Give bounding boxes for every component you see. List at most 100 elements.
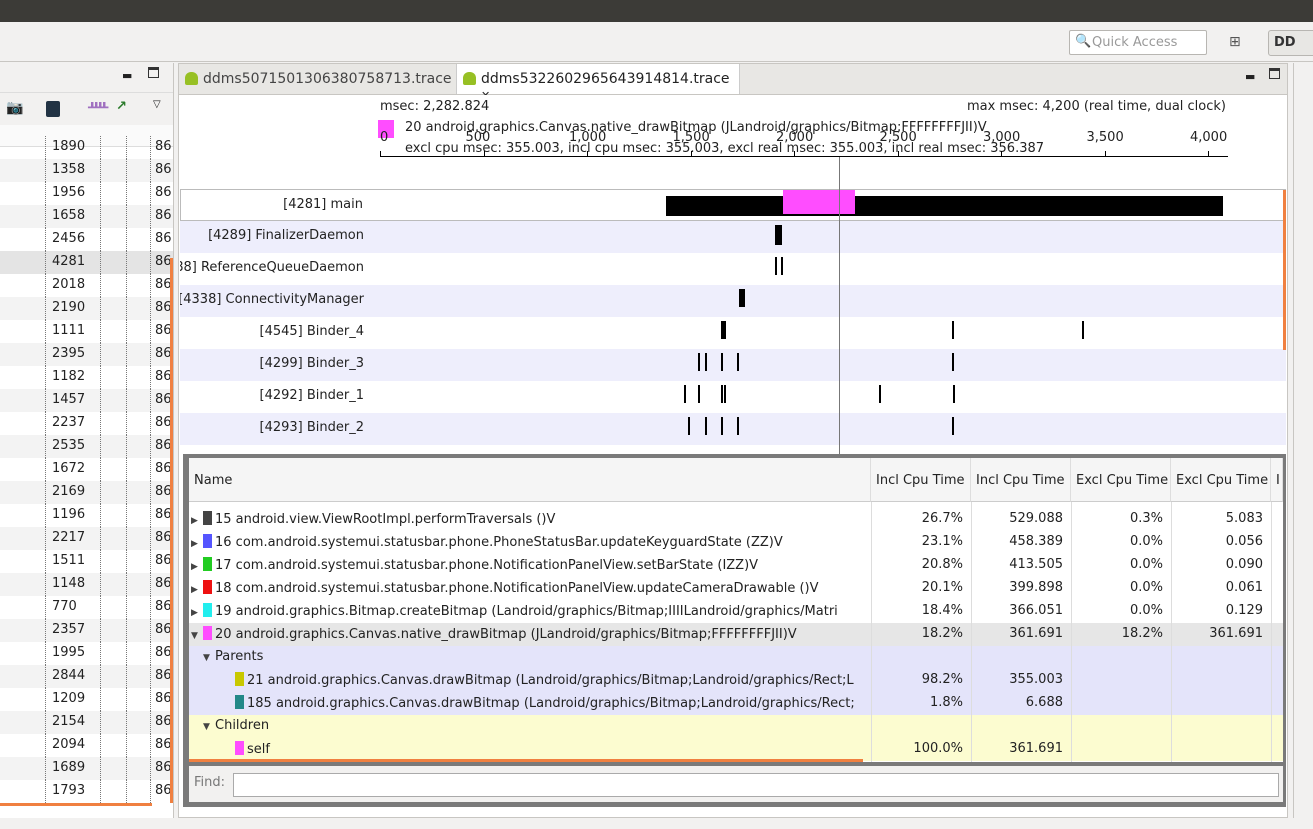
col-incl-cpu-time[interactable]: Incl Cpu Time (971, 458, 1071, 502)
activity-mark[interactable] (704, 353, 707, 371)
thread-list-row[interactable]: 1196 86 (0, 504, 173, 527)
thread-list-row[interactable]: 1995 86 (0, 642, 173, 665)
activity-mark[interactable] (684, 385, 687, 403)
activity-mark[interactable] (697, 385, 700, 403)
thread-row[interactable]: [4293] Binder_2 (180, 413, 1286, 445)
thread-list-row[interactable]: 1148 86 (0, 573, 173, 596)
find-input[interactable] (233, 773, 1279, 797)
activity-mark[interactable] (720, 385, 723, 403)
col-excl-cpu-pct[interactable]: Excl Cpu Time (1071, 458, 1171, 502)
thread-list-row[interactable]: 2094 86 (0, 734, 173, 757)
col-incl-cpu-pct[interactable]: Incl Cpu Time (871, 458, 971, 502)
activity-mark[interactable] (687, 417, 690, 435)
thread-list-row[interactable]: 2535 86 (0, 435, 173, 458)
thread-row[interactable]: [4281] main (180, 189, 1286, 221)
maximize-icon[interactable] (1269, 68, 1280, 79)
timeline-view[interactable]: msec: 2,282.824 max msec: 4,200 (real ti… (180, 95, 1286, 455)
table-row[interactable]: ▼ Children (189, 715, 1283, 738)
screenshot-icon[interactable]: 📷 (6, 100, 23, 116)
quick-access-input[interactable]: 🔍 Quick Access (1069, 30, 1207, 55)
thread-list-row[interactable]: 2190 86 (0, 297, 173, 320)
thread-list-row[interactable]: 2395 86 (0, 343, 173, 366)
thread-row[interactable]: [4292] Binder_1 (180, 381, 1286, 413)
thread-list-row[interactable]: 2357 86 (0, 619, 173, 642)
scrollbar[interactable] (170, 258, 173, 803)
thread-list-row[interactable]: 2169 86 (0, 481, 173, 504)
thread-list-row[interactable]: 2844 86 (0, 665, 173, 688)
open-perspective-icon[interactable]: ⊞ (1229, 34, 1241, 50)
thread-list-row[interactable]: 1689 86 (0, 757, 173, 780)
activity-mark[interactable] (951, 321, 954, 339)
collapse-icon[interactable]: ▼ (203, 653, 215, 663)
ddms-perspective-button[interactable]: DD (1268, 30, 1313, 56)
collapse-icon[interactable]: ▼ (203, 722, 215, 732)
activity-mark[interactable] (951, 353, 954, 371)
activity-mark[interactable] (780, 257, 783, 275)
activity-mark[interactable] (697, 353, 700, 371)
thread-row[interactable]: [4545] Binder_4 (180, 317, 1286, 349)
table-row[interactable]: ▶ 15 android.view.ViewRootImpl.performTra… (189, 508, 1283, 531)
minimize-icon[interactable]: ▬ (122, 69, 132, 82)
scrollbar[interactable] (1283, 190, 1286, 350)
tab-trace-1[interactable]: ddms5071501306380758713.trace (179, 64, 457, 94)
h-scrollbar[interactable] (189, 759, 863, 762)
table-row[interactable]: ▶ 18 com.android.systemui.statusbar.phone… (189, 577, 1283, 600)
table-row[interactable]: ▶ 19 android.graphics.Bitmap.createBitmap… (189, 600, 1283, 623)
table-row[interactable]: ▼ 20 android.graphics.Canvas.native_drawB… (189, 623, 1283, 646)
expand-icon[interactable]: ▶ (191, 539, 203, 549)
table-row[interactable]: ▼ Parents (189, 646, 1283, 669)
activity-mark[interactable] (720, 417, 723, 435)
activity-mark[interactable] (879, 385, 882, 403)
view-menu-icon[interactable]: ▽ (153, 99, 161, 110)
activity-mark[interactable] (737, 417, 740, 435)
trace-icon[interactable]: ↗ (116, 99, 127, 114)
activity-mark[interactable] (738, 289, 745, 307)
expand-icon[interactable]: ▶ (191, 608, 203, 618)
threads-icon[interactable]: ᚉ (88, 100, 108, 115)
thread-list-row[interactable]: 2018 86 (0, 274, 173, 297)
thread-list-row[interactable]: 2237 86 (0, 412, 173, 435)
thread-list-row[interactable]: 770 86 (0, 596, 173, 619)
table-row[interactable]: 21 android.graphics.Canvas.drawBitmap (L… (189, 669, 1283, 692)
activity-mark[interactable] (774, 257, 777, 275)
device-icon[interactable] (46, 101, 60, 117)
thread-row[interactable]: [4338] ConnectivityManager (180, 285, 1286, 317)
expand-icon[interactable]: ▶ (191, 585, 203, 595)
thread-list-row[interactable]: 4281 86 (0, 251, 173, 274)
col-name[interactable]: Name (189, 458, 871, 502)
thread-list-row[interactable]: 1672 86 (0, 458, 173, 481)
selected-method-highlight[interactable] (782, 190, 856, 214)
activity-mark[interactable] (704, 417, 707, 435)
thread-list-row[interactable]: 2456 86 (0, 228, 173, 251)
activity-mark[interactable] (723, 385, 726, 403)
activity-mark[interactable] (720, 353, 723, 371)
activity-mark[interactable] (737, 353, 740, 371)
table-row[interactable]: ▶ 16 com.android.systemui.statusbar.phone… (189, 531, 1283, 554)
thread-list-row[interactable]: 1511 86 (0, 550, 173, 573)
col-truncated[interactable]: I (1271, 458, 1283, 502)
thread-list-row[interactable]: 1890 86 (0, 136, 173, 159)
collapse-icon[interactable]: ▼ (191, 631, 203, 641)
thread-list-row[interactable]: 1182 86 (0, 366, 173, 389)
maximize-icon[interactable] (148, 67, 159, 78)
time-cursor[interactable] (839, 157, 840, 455)
thread-list-row[interactable]: 1111 86 (0, 320, 173, 343)
thread-list-row[interactable]: 1457 86 (0, 389, 173, 412)
h-scrollbar[interactable] (0, 803, 152, 806)
thread-list-row[interactable]: 2217 86 (0, 527, 173, 550)
col-excl-cpu-time[interactable]: Excl Cpu Time (1171, 458, 1271, 502)
thread-list-row[interactable]: 1793 86 (0, 780, 173, 803)
thread-row[interactable]: [4299] Binder_3 (180, 349, 1286, 381)
activity-mark[interactable] (666, 196, 1224, 216)
activity-mark[interactable] (774, 225, 782, 245)
tab-trace-2[interactable]: ddms5322602965643914814.trace ✕ (457, 64, 740, 102)
activity-mark[interactable] (720, 321, 726, 339)
thread-list-row[interactable]: 1658 86 (0, 205, 173, 228)
expand-icon[interactable]: ▶ (191, 562, 203, 572)
thread-list-row[interactable]: 2154 86 (0, 711, 173, 734)
activity-mark[interactable] (952, 385, 955, 403)
thread-list-row[interactable]: 1956 86 (0, 182, 173, 205)
activity-mark[interactable] (1081, 321, 1084, 339)
expand-icon[interactable]: ▶ (191, 516, 203, 526)
activity-mark[interactable] (951, 417, 954, 435)
